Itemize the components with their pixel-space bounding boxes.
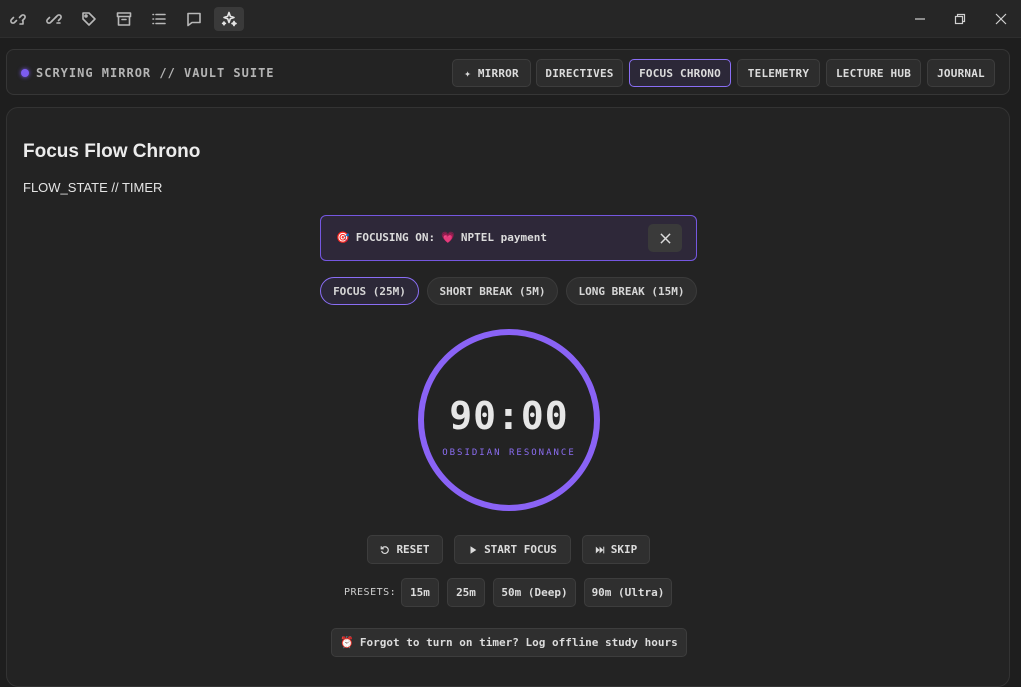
focus-banner: 🎯 FOCUSING ON: 💗 NPTEL payment	[320, 215, 697, 261]
title-bar	[0, 0, 1021, 38]
skip-icon	[595, 546, 604, 553]
brand: SCRYING MIRROR // VAULT SUITE	[21, 66, 275, 80]
timer-ring: 90:00 OBSIDIAN RESONANCE	[418, 329, 600, 511]
reset-icon	[381, 545, 390, 554]
list-icon[interactable]	[144, 7, 174, 31]
nav-mirror[interactable]: ✦ MIRROR	[452, 59, 531, 87]
nav-directives[interactable]: DIRECTIVES	[536, 59, 623, 87]
log-offline-hours-button[interactable]: ⏰ Forgot to turn on timer? Log offline s…	[331, 628, 687, 657]
timer-display: 90:00	[449, 394, 569, 438]
comment-icon[interactable]	[179, 7, 209, 31]
tag-icon[interactable]	[74, 7, 104, 31]
mode-short-break[interactable]: SHORT BREAK (5M)	[427, 277, 558, 305]
play-icon	[470, 545, 477, 554]
preset-50m-deep[interactable]: 50m (Deep)	[493, 578, 576, 607]
page-title: Focus Flow Chrono	[23, 141, 201, 162]
focus-task: NPTEL payment	[460, 231, 547, 244]
link-share-icon[interactable]	[39, 7, 69, 31]
mode-focus[interactable]: FOCUS (25M)	[320, 277, 419, 305]
start-label: START FOCUS	[484, 543, 557, 556]
reset-button[interactable]: RESET	[367, 535, 443, 564]
target-icon: 🎯	[336, 231, 350, 244]
unlink-icon[interactable]	[3, 7, 33, 31]
mode-long-break[interactable]: LONG BREAK (15M)	[566, 277, 697, 305]
presets-label: PRESETS:	[344, 587, 397, 598]
preset-25m[interactable]: 25m	[447, 578, 485, 607]
timer-label: OBSIDIAN RESONANCE	[442, 448, 576, 458]
brand-title: SCRYING MIRROR // VAULT SUITE	[36, 66, 275, 80]
nav-telemetry[interactable]: TELEMETRY	[737, 59, 820, 87]
close-icon[interactable]	[989, 8, 1013, 30]
main-panel: Focus Flow Chrono FLOW_STATE // TIMER 🎯 …	[6, 107, 1010, 687]
status-dot	[21, 69, 29, 77]
nav-lecture-hub[interactable]: LECTURE HUB	[826, 59, 921, 87]
start-focus-button[interactable]: START FOCUS	[454, 535, 571, 564]
skip-button[interactable]: SKIP	[582, 535, 650, 564]
sparkles-icon[interactable]	[214, 7, 244, 31]
skip-label: SKIP	[610, 543, 638, 556]
clear-focus-button[interactable]	[648, 224, 682, 252]
log-offline-label: Forgot to turn on timer? Log offline stu…	[359, 636, 678, 649]
minimize-icon[interactable]	[908, 8, 932, 30]
preset-15m[interactable]: 15m	[401, 578, 439, 607]
close-icon	[659, 232, 671, 244]
top-navbar: SCRYING MIRROR // VAULT SUITE ✦ MIRROR D…	[6, 49, 1010, 95]
archive-icon[interactable]	[109, 7, 139, 31]
focus-prefix: FOCUSING ON:	[355, 231, 436, 244]
restore-icon[interactable]	[948, 8, 972, 30]
reset-label: RESET	[396, 543, 430, 556]
nav-focus-chrono[interactable]: FOCUS CHRONO	[629, 59, 731, 87]
preset-90m-ultra[interactable]: 90m (Ultra)	[584, 578, 672, 607]
focus-banner-text: 🎯 FOCUSING ON: 💗 NPTEL payment	[336, 231, 547, 244]
heart-icon: 💗	[441, 231, 455, 244]
page-subtitle: FLOW_STATE // TIMER	[23, 180, 163, 195]
nav-journal[interactable]: JOURNAL	[927, 59, 995, 87]
alarm-clock-icon: ⏰	[340, 636, 354, 649]
